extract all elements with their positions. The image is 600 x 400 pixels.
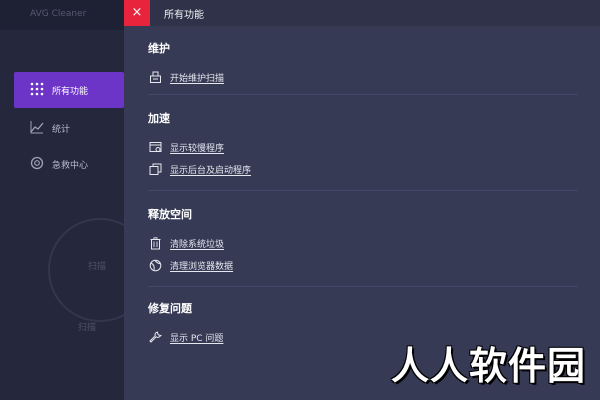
background-scan-label: 扫描 — [78, 323, 97, 333]
sidebar-item-rescue-center[interactable]: 急救中心 — [14, 146, 124, 182]
section-divider — [148, 190, 578, 191]
section-free-space: 释放空间 清除系统垃圾 清理浏览器数据 — [148, 206, 578, 276]
section-maintenance: 维护 开始维护扫描 — [148, 40, 578, 88]
show-background-startup-programs-link[interactable]: 显示后台及启动程序 — [148, 158, 578, 180]
background-app-icon — [148, 162, 162, 176]
sidebar-item-statistics[interactable]: 统计 — [14, 110, 124, 146]
chart-icon — [28, 120, 46, 137]
background-circle-label: 扫描 — [87, 262, 106, 272]
section-divider — [148, 94, 578, 95]
sidebar-item-all-features[interactable]: 所有功能 — [14, 72, 124, 108]
panel-title: 所有功能 — [164, 10, 204, 21]
link-label: 显示 PC 问题 — [170, 333, 224, 344]
watermark: 人人软件园 — [390, 344, 586, 388]
trash-icon — [148, 236, 162, 250]
sidebar-item-label: 急救中心 — [52, 160, 89, 171]
sidebar-item-label: 统计 — [52, 124, 71, 135]
section-divider — [148, 286, 578, 287]
clean-browser-data-link[interactable]: 清理浏览器数据 — [148, 254, 578, 276]
link-label: 清理浏览器数据 — [170, 261, 234, 272]
background-app-title: AVG Cleaner — [30, 9, 87, 19]
maintenance-icon — [148, 70, 162, 84]
start-maintenance-scan-link[interactable]: 开始维护扫描 — [148, 66, 578, 88]
section-title: 加速 — [148, 112, 170, 125]
link-label: 显示后台及启动程序 — [170, 165, 252, 176]
panel-header: × 所有功能 — [124, 0, 600, 26]
section-title: 释放空间 — [148, 208, 192, 221]
link-label: 清除系统垃圾 — [170, 239, 225, 250]
grid-icon — [28, 82, 46, 99]
lifebuoy-icon — [28, 156, 46, 173]
slow-program-icon — [148, 140, 162, 154]
close-button[interactable]: × — [124, 0, 150, 26]
show-slow-programs-link[interactable]: 显示较慢程序 — [148, 136, 578, 158]
sidebar-item-label: 所有功能 — [52, 86, 89, 97]
link-label: 显示较慢程序 — [170, 143, 225, 154]
section-speedup: 加速 显示较慢程序 显示后台及启动程序 — [148, 110, 578, 180]
section-title: 修复问题 — [148, 302, 192, 315]
clean-system-junk-link[interactable]: 清除系统垃圾 — [148, 232, 578, 254]
wrench-icon — [148, 330, 162, 344]
section-title: 维护 — [148, 42, 170, 55]
browser-icon — [148, 258, 162, 272]
link-label: 开始维护扫描 — [170, 73, 225, 84]
